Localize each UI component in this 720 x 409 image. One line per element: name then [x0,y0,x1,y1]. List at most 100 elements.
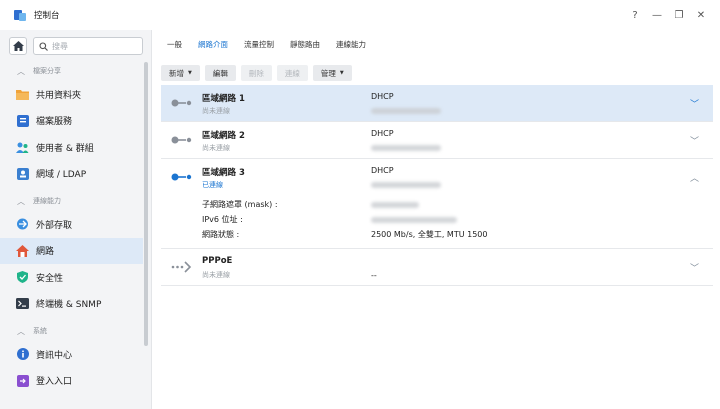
sidebar-item-label: 外部存取 [36,220,73,231]
section-header-system[interactable]: ︿ 系統 [0,321,151,341]
interface-mode: -- [371,271,377,280]
interface-name: 區域網路 2 [202,131,245,141]
sidebar-item-label: 共用資料夾 [36,90,82,101]
ip-address-blurred [371,145,441,151]
sidebar-item-file-services[interactable]: 檔案服務 [0,108,143,135]
window-controls: ? — ❐ ✕ [624,0,712,30]
ipv6-label: IPv6 位址 : [202,215,243,224]
interface-status: 尚未連線 [202,107,230,115]
sidebar-item-security[interactable]: 安全性 [0,264,143,291]
domain-icon [16,167,29,180]
delete-button[interactable]: 刪除 [240,65,272,81]
section-title: 檔案分享 [33,67,61,75]
sidebar-item-info-center[interactable]: 資訊中心 [0,341,143,368]
home-icon [12,41,24,51]
sidebar-item-login-portal[interactable]: 登入入口 [0,368,143,395]
section-title: 系統 [33,327,47,335]
create-button[interactable]: 新增 ▼ [161,65,200,81]
edit-button[interactable]: 編輯 [204,65,236,81]
title-bar: 控制台 ? — ❐ ✕ [0,0,720,30]
interface-name: PPPoE [202,256,233,266]
sidebar-top [0,30,151,61]
interface-row-lan3[interactable]: 區域網路 3 已連線 DHCP ︿ 子網路遮罩 (mask) : IPv6 位址… [161,159,713,249]
tab-general[interactable]: 一般 [167,37,182,52]
external-access-icon [16,218,29,231]
info-icon [16,348,29,361]
chevron-down-icon[interactable]: ﹀ [690,261,699,274]
interface-status: 已連線 [202,181,223,189]
lan-disconnected-icon [171,136,192,144]
file-services-icon [16,114,29,127]
interface-name: 區域網路 1 [202,94,245,104]
chevron-down-icon[interactable]: ﹀ [690,134,699,147]
interface-list: 區域網路 1 尚未連線 DHCP ﹀ 區域網路 2 尚未連線 DHCP ﹀ 區域… [161,85,713,286]
interface-mode: DHCP [371,166,394,175]
tab-bar: 一般 網路介面 流量控制 靜態路由 連線能力 [153,30,720,58]
caret-down-icon: ▼ [188,70,192,76]
search-icon [39,41,48,51]
section-header-connectivity[interactable]: ︿ 連線能力 [0,191,151,211]
interface-row-lan2[interactable]: 區域網路 2 尚未連線 DHCP ﹀ [161,122,713,159]
minimize-button[interactable]: — [646,10,668,21]
tab-network-interface[interactable]: 網路介面 [198,37,228,52]
subnet-mask-label: 子網路遮罩 (mask) : [202,200,278,209]
lan-connected-icon [171,173,192,181]
chevron-up-icon: ︿ [17,66,25,76]
tab-traffic-control[interactable]: 流量控制 [244,37,274,52]
manage-button[interactable]: 管理 ▼ [312,65,352,81]
search-box [33,37,143,55]
terminal-icon [16,297,29,310]
sidebar-item-users-groups[interactable]: 使用者 & 群組 [0,134,143,161]
chevron-up-icon[interactable]: ︿ [690,171,699,184]
sidebar-item-shared-folder[interactable]: 共用資料夾 [0,81,143,108]
section-title: 連線能力 [33,197,61,205]
network-house-icon [16,244,29,257]
tab-connectivity[interactable]: 連線能力 [336,37,366,52]
toolbar: 新增 ▼ 編輯 刪除 連線 管理 ▼ [153,58,720,82]
shield-icon [16,271,29,284]
sidebar-item-network[interactable]: 網路 [0,237,143,264]
chevron-down-icon[interactable]: ﹀ [690,97,699,110]
sidebar-item-label: 使用者 & 群組 [36,143,94,154]
edit-label: 編輯 [212,68,228,78]
sidebar-item-domain-ldap[interactable]: 網域 / LDAP [0,161,143,188]
close-button[interactable]: ✕ [690,10,712,21]
search-input[interactable] [52,41,142,51]
sidebar-item-label: 資訊中心 [36,350,73,361]
tab-static-route[interactable]: 靜態路由 [290,37,320,52]
control-panel-app-icon [14,9,26,21]
window-title: 控制台 [34,11,60,21]
section-header-file-sharing[interactable]: ︿ 檔案分享 [0,61,151,81]
sidebar-item-terminal-snmp[interactable]: 終端機 & SNMP [0,291,143,318]
ip-address-blurred [371,108,441,114]
home-button[interactable] [9,37,27,55]
connect-button[interactable]: 連線 [276,65,308,81]
chevron-up-icon: ︿ [17,326,25,336]
folder-icon [16,88,29,101]
create-label: 新增 [169,68,184,78]
main-panel: 一般 網路介面 流量控制 靜態路由 連線能力 新增 ▼ 編輯 刪除 連線 管理 ▼ … [153,30,720,409]
chevron-up-icon: ︿ [17,196,25,206]
caret-down-icon: ▼ [339,70,344,76]
sidebar-item-label: 安全性 [36,273,64,284]
interface-mode: DHCP [371,92,394,101]
help-button[interactable]: ? [624,10,646,21]
network-status-label: 網路狀態 : [202,230,240,239]
users-icon [16,141,29,154]
interface-status: 尚未連線 [202,271,230,279]
sidebar: ︿ 檔案分享 共用資料夾 檔案服務 使用者 & 群組 網域 / LDAP ︿ 連… [0,30,152,409]
manage-label: 管理 [320,68,336,78]
interface-mode: DHCP [371,129,394,138]
maximize-button[interactable]: ❐ [668,10,690,21]
interface-row-lan1[interactable]: 區域網路 1 尚未連線 DHCP ﹀ [161,85,713,122]
sidebar-item-label: 登入入口 [36,377,73,388]
login-portal-icon [16,374,29,387]
ipv6-blurred [371,217,457,223]
delete-label: 刪除 [248,68,264,78]
lan-disconnected-icon [171,99,192,107]
ip-address-blurred [371,182,441,188]
network-status-value: 2500 Mb/s, 全雙工, MTU 1500 [371,230,488,239]
sidebar-item-external-access[interactable]: 外部存取 [0,211,143,238]
sidebar-scrollbar[interactable] [144,62,148,346]
interface-row-pppoe[interactable]: PPPoE 尚未連線 -- ﹀ [161,249,713,286]
